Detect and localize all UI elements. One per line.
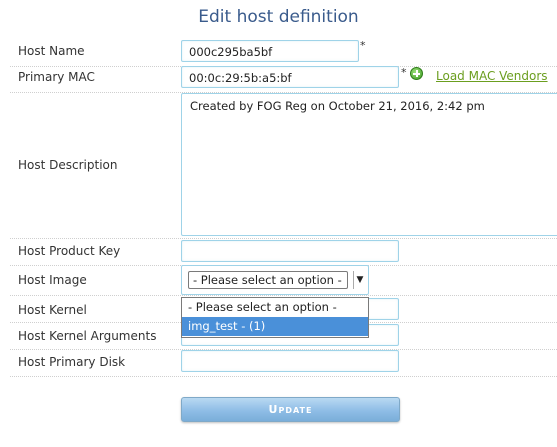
host-product-key-label: Host Product Key	[18, 244, 121, 258]
host-image-label: Host Image	[18, 273, 87, 287]
host-primary-disk-input[interactable]	[181, 350, 399, 372]
update-button[interactable]: Update	[181, 397, 400, 422]
host-description-textarea[interactable]: Created by FOG Reg on October 21, 2016, …	[181, 93, 557, 236]
host-kernel-arguments-label: Host Kernel Arguments	[18, 329, 157, 343]
dropdown-option-highlighted[interactable]: img_test - (1)	[182, 317, 368, 336]
host-name-input[interactable]: 000c295ba5bf	[181, 40, 359, 62]
page-title: Edit host definition	[198, 7, 359, 27]
host-image-select[interactable]: - Please select an option - ▼	[181, 265, 369, 295]
host-kernel-label: Host Kernel	[18, 303, 87, 317]
host-image-selected-value[interactable]: - Please select an option -	[188, 271, 348, 289]
dropdown-option[interactable]: - Please select an option -	[182, 298, 368, 317]
chevron-down-icon[interactable]: ▼	[353, 271, 366, 289]
host-description-label: Host Description	[18, 158, 118, 172]
primary-mac-input[interactable]: 00:0c:29:5b:a5:bf	[181, 66, 399, 88]
primary-mac-label: Primary MAC	[18, 70, 95, 84]
host-name-label: Host Name	[18, 44, 85, 58]
host-image-dropdown[interactable]: - Please select an option - img_test - (…	[181, 297, 369, 338]
required-marker: *	[360, 39, 366, 52]
load-mac-vendors-link[interactable]: Load MAC Vendors	[436, 69, 548, 83]
host-primary-disk-label: Host Primary Disk	[18, 355, 126, 369]
plus-circle-icon[interactable]	[410, 67, 423, 80]
host-product-key-input[interactable]	[181, 240, 399, 262]
required-marker: *	[401, 66, 407, 79]
